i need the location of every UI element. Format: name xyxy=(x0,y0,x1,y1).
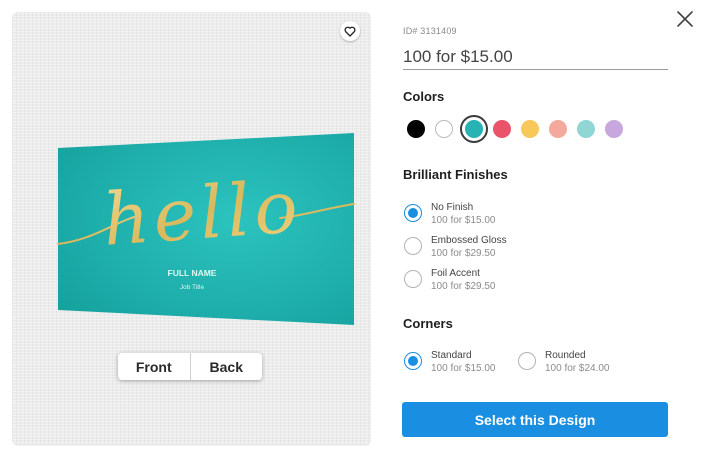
color-swatch-black[interactable] xyxy=(407,120,425,138)
color-swatch-white[interactable] xyxy=(435,120,453,138)
corner-standard-radio[interactable] xyxy=(404,352,422,370)
select-design-button[interactable]: Select this Design xyxy=(402,402,668,437)
corner-rounded-price: 100 for $24.00 xyxy=(545,363,610,374)
color-swatch-teal[interactable] xyxy=(465,120,483,138)
color-swatch-peach[interactable] xyxy=(549,120,567,138)
business-card-preview: hello FULL NAME Job Title xyxy=(57,133,355,325)
close-button[interactable] xyxy=(675,9,695,29)
heart-icon xyxy=(344,26,356,37)
color-swatch-light-teal[interactable] xyxy=(577,120,595,138)
finishes-heading: Brilliant Finishes xyxy=(403,167,508,182)
favorite-button[interactable] xyxy=(340,21,360,41)
card-job-title: Job Title xyxy=(180,284,205,291)
finish-foil-accent-radio[interactable] xyxy=(404,270,422,288)
front-view-button[interactable]: Front xyxy=(118,353,190,380)
close-icon xyxy=(677,11,693,27)
finish-no-finish-label: No Finish xyxy=(431,202,474,213)
finish-no-finish-price: 100 for $15.00 xyxy=(431,215,496,226)
card-headline: hello xyxy=(100,164,304,262)
card-full-name: FULL NAME xyxy=(168,268,217,278)
corner-rounded-radio[interactable] xyxy=(518,352,536,370)
finish-foil-accent-price: 100 for $29.50 xyxy=(431,281,496,292)
design-preview: hello FULL NAME Job Title Front Back xyxy=(12,12,371,446)
color-swatch-lavender[interactable] xyxy=(605,120,623,138)
back-view-button[interactable]: Back xyxy=(189,353,263,380)
colors-heading: Colors xyxy=(403,89,445,104)
finish-embossed-gloss-radio[interactable] xyxy=(404,237,422,255)
corner-standard-price: 100 for $15.00 xyxy=(431,363,496,374)
corner-standard-label: Standard xyxy=(431,350,472,361)
finish-no-finish-radio[interactable] xyxy=(404,204,422,222)
view-toggle: Front Back xyxy=(118,353,262,380)
finish-foil-accent-label: Foil Accent xyxy=(431,268,480,279)
finish-embossed-gloss-label: Embossed Gloss xyxy=(431,235,507,246)
finish-embossed-gloss-price: 100 for $29.50 xyxy=(431,248,496,259)
quantity-price-select[interactable]: 100 for $15.00 xyxy=(403,44,668,70)
color-swatch-red-pink[interactable] xyxy=(493,120,511,138)
color-swatch-yellow[interactable] xyxy=(521,120,539,138)
corner-rounded-label: Rounded xyxy=(545,350,586,361)
design-id: ID# 3131409 xyxy=(403,26,457,36)
corners-heading: Corners xyxy=(403,316,453,331)
